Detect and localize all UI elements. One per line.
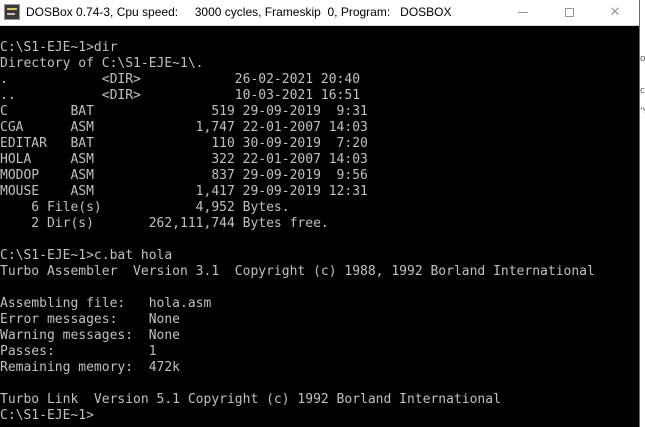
- console-line: Error messages: None: [0, 312, 181, 327]
- background-window-fragment: oc: [640, 54, 645, 64]
- close-icon: ✕: [609, 5, 621, 20]
- console-line: .. <DIR> 10-03-2021 16:51: [0, 88, 361, 103]
- minimize-icon: [518, 12, 528, 13]
- console-line: C:\S1-EJE~1>: [0, 408, 94, 423]
- maximize-button[interactable]: [546, 0, 592, 25]
- minimize-button[interactable]: [500, 0, 546, 25]
- background-window-fragment: c: [640, 86, 645, 96]
- title-bar[interactable]: DOSBox 0.74-3, Cpu speed: 3000 cycles, F…: [0, 0, 639, 26]
- console-line: Turbo Link Version 5.1 Copyright (c) 199…: [0, 392, 501, 407]
- console-line: Warning messages: None: [0, 328, 181, 343]
- console-output[interactable]: C:\S1-EJE~1>dir Directory of C:\S1-EJE~1…: [0, 40, 639, 427]
- console-line: Assembling file: hola.asm: [0, 296, 212, 311]
- console-line: C:\S1-EJE~1>dir: [0, 40, 118, 55]
- console-line: . <DIR> 26-02-2021 20:40: [0, 72, 361, 87]
- console-line: 6 File(s) 4,952 Bytes.: [0, 200, 290, 215]
- console-line: MOUSE ASM 1,417 29-09-2019 12:31: [0, 184, 368, 199]
- background-window-fragment: 'Y: [640, 107, 645, 117]
- console-line: Directory of C:\S1-EJE~1\.: [0, 56, 204, 71]
- console-line: HOLA ASM 322 22-01-2007 14:03: [0, 152, 368, 167]
- console-line: Turbo Assembler Version 3.1 Copyright (c…: [0, 264, 595, 279]
- close-button[interactable]: ✕: [592, 0, 638, 25]
- console-line: CGA ASM 1,747 22-01-2007 14:03: [0, 120, 368, 135]
- maximize-icon: [564, 8, 574, 17]
- window-title: DOSBox 0.74-3, Cpu speed: 3000 cycles, F…: [26, 5, 452, 19]
- console-line: 2 Dir(s) 262,111,744 Bytes free.: [0, 216, 329, 231]
- console-line: MODOP ASM 837 29-09-2019 9:56: [0, 168, 368, 183]
- console-line: C BAT 519 29-09-2019 9:31: [0, 104, 368, 119]
- dosbox-window: DOSBox 0.74-3, Cpu speed: 3000 cycles, F…: [0, 0, 640, 427]
- console-line: Remaining memory: 472k: [0, 360, 181, 375]
- console-line: EDITAR BAT 110 30-09-2019 7:20: [0, 136, 368, 151]
- dosbox-app-icon[interactable]: [4, 4, 20, 20]
- console-line: Passes: 1: [0, 344, 157, 359]
- console-line: C:\S1-EJE~1>c.bat hola: [0, 248, 173, 263]
